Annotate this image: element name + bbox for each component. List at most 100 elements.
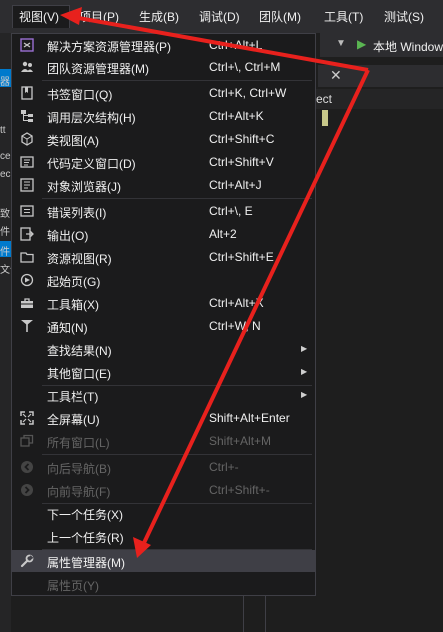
panel-header-text: ect xyxy=(316,92,333,106)
menu-item-solution-explorer[interactable]: 解决方案资源管理器(P) Ctrl+Alt+L xyxy=(12,34,315,56)
left-fragment-text: 器 xyxy=(0,77,10,88)
menu-item-label: 类视图(A) xyxy=(47,134,99,148)
menu-item-label: 起始页(G) xyxy=(47,275,101,289)
menu-item-class-view[interactable]: 类视图(A) Ctrl+Shift+C xyxy=(12,128,315,150)
view-dropdown-menu: 解决方案资源管理器(P) Ctrl+Alt+L 团队资源管理器(M) Ctrl+… xyxy=(11,33,316,596)
menu-item-shortcut: Alt+2 xyxy=(209,227,237,241)
menu-item-shortcut: Ctrl+Shift+V xyxy=(209,155,274,169)
play-icon[interactable]: ▶ xyxy=(357,37,366,51)
panel-header: ect xyxy=(300,89,443,109)
menu-item-find-results[interactable]: 查找结果(N) ▶ xyxy=(12,338,315,360)
menu-item-label: 调用层次结构(H) xyxy=(47,111,136,125)
class-view-icon xyxy=(19,131,35,147)
notification-flag-icon xyxy=(19,318,35,334)
menu-item-bookmark-window[interactable]: 书签窗口(Q) Ctrl+K, Ctrl+W xyxy=(12,82,315,104)
editor-caret xyxy=(322,110,328,126)
menu-item-label: 资源视图(R) xyxy=(47,252,112,266)
menu-bar: 视图(V) 项目(P) 生成(B) 调试(D) 团队(M) 工具(T) 测试(S… xyxy=(0,0,443,33)
start-page-icon xyxy=(19,272,35,288)
menu-item-other-windows[interactable]: 其他窗口(E) ▶ xyxy=(12,361,315,383)
menu-item-shortcut: Ctrl+K, Ctrl+W xyxy=(209,86,287,100)
menu-item-label: 上一个任务(R) xyxy=(47,531,124,545)
solution-explorer-icon xyxy=(19,37,35,53)
menu-item-shortcut: Ctrl+Shift+C xyxy=(209,132,275,146)
menu-item-shortcut: Ctrl+Shift+- xyxy=(209,483,270,497)
menu-item-shortcut: Shift+Alt+Enter xyxy=(209,411,290,425)
menu-item-toolbars[interactable]: 工具栏(T) ▶ xyxy=(12,384,315,406)
menu-separator xyxy=(42,454,312,455)
menu-item-label: 团队资源管理器(M) xyxy=(47,62,149,76)
menu-item-shortcut: Ctrl+Alt+X xyxy=(209,296,264,310)
menu-tools[interactable]: 工具(T) xyxy=(324,6,363,28)
menu-view[interactable]: 视图(V) xyxy=(12,5,70,28)
menu-item-full-screen[interactable]: 全屏幕(U) Shift+Alt+Enter xyxy=(12,407,315,429)
menu-item-start-page[interactable]: 起始页(G) xyxy=(12,269,315,291)
menu-item-code-definition-window[interactable]: 代码定义窗口(D) Ctrl+Shift+V xyxy=(12,151,315,173)
menu-project[interactable]: 项目(P) xyxy=(79,6,119,28)
team-explorer-icon xyxy=(19,59,35,75)
menu-item-notifications[interactable]: 通知(N) Ctrl+W, N xyxy=(12,315,315,337)
left-fragment-text: ec xyxy=(0,169,11,180)
menu-item-label: 属性管理器(M) xyxy=(47,556,125,570)
left-fragment-text: tt xyxy=(0,125,6,136)
menu-test[interactable]: 测试(S) xyxy=(384,6,424,28)
menu-item-shortcut: Ctrl+Alt+L xyxy=(209,38,263,52)
menu-item-label: 通知(N) xyxy=(47,321,88,335)
submenu-arrow-icon: ▶ xyxy=(301,344,308,353)
menu-item-label: 错误列表(I) xyxy=(47,206,107,220)
menu-item-label: 解决方案资源管理器(P) xyxy=(47,40,171,54)
menu-item-shortcut: Ctrl+- xyxy=(209,460,239,474)
menu-item-label: 属性页(Y) xyxy=(47,579,99,593)
submenu-arrow-icon: ▶ xyxy=(301,367,308,376)
menu-item-label: 对象浏览器(J) xyxy=(47,180,121,194)
wrench-icon xyxy=(19,553,35,569)
toolbox-icon xyxy=(19,295,35,311)
menu-item-label: 其他窗口(E) xyxy=(47,367,111,381)
menu-item-shortcut: Ctrl+Alt+K xyxy=(209,109,264,123)
menu-item-next-task[interactable]: 下一个任务(X) xyxy=(12,502,315,524)
menu-item-shortcut: Ctrl+Alt+J xyxy=(209,178,262,192)
navigate-forward-icon xyxy=(19,482,35,498)
run-target-button[interactable]: 本地 Windows xyxy=(373,38,443,55)
menu-item-label: 下一个任务(X) xyxy=(47,508,123,522)
menu-item-label: 输出(O) xyxy=(47,229,89,243)
menu-item-shortcut: Ctrl+Shift+E xyxy=(209,250,274,264)
divider xyxy=(243,596,244,632)
menu-item-label: 书签窗口(Q) xyxy=(47,88,113,102)
menu-item-label: 所有窗口(L) xyxy=(47,436,110,450)
menu-item-resource-view[interactable]: 资源视图(R) Ctrl+Shift+E xyxy=(12,246,315,268)
submenu-arrow-icon: ▶ xyxy=(301,390,308,399)
left-fragment-text: 件 xyxy=(0,247,10,258)
menu-item-error-list[interactable]: 错误列表(I) Ctrl+\, E xyxy=(12,200,315,222)
menu-item-label: 向前导航(F) xyxy=(47,485,111,499)
left-fragment-text: 致 xyxy=(0,209,10,220)
menu-item-shortcut: Ctrl+\, Ctrl+M xyxy=(209,60,281,74)
menu-item-object-browser[interactable]: 对象浏览器(J) Ctrl+Alt+J xyxy=(12,174,315,196)
menu-debug[interactable]: 调试(D) xyxy=(199,6,240,28)
toolbar: ▼ ▶ 本地 Windows xyxy=(320,33,443,57)
menu-item-property-manager[interactable]: 属性管理器(M) xyxy=(12,550,315,572)
menu-item-shortcut: Shift+Alt+M xyxy=(209,434,272,448)
menu-item-call-hierarchy[interactable]: 调用层次结构(H) Ctrl+Alt+K xyxy=(12,105,315,127)
menu-team[interactable]: 团队(M) xyxy=(259,6,301,28)
menu-item-previous-task[interactable]: 上一个任务(R) xyxy=(12,525,315,547)
menu-item-label: 向后导航(B) xyxy=(47,462,111,476)
close-icon[interactable]: ✕ xyxy=(330,67,342,84)
menu-item-label: 工具栏(T) xyxy=(47,390,99,404)
menu-item-team-explorer[interactable]: 团队资源管理器(M) Ctrl+\, Ctrl+M xyxy=(12,56,315,78)
menu-item-navigate-forward: 向前导航(F) Ctrl+Shift+- xyxy=(12,479,315,501)
menu-item-output[interactable]: 输出(O) Alt+2 xyxy=(12,223,315,245)
left-panel-fragment: 器 tt ce ec 致 件 件 文化 xyxy=(0,33,11,632)
menu-item-toolbox[interactable]: 工具箱(X) Ctrl+Alt+X xyxy=(12,292,315,314)
output-icon xyxy=(19,226,35,242)
menu-item-all-windows: 所有窗口(L) Shift+Alt+M xyxy=(12,430,315,452)
resource-view-icon xyxy=(19,249,35,265)
menu-item-shortcut: Ctrl+\, E xyxy=(209,204,253,218)
dropdown-arrow-icon[interactable]: ▼ xyxy=(336,38,346,49)
divider xyxy=(265,596,266,632)
document-tab-strip: ✕ xyxy=(318,65,443,87)
menu-item-label: 查找结果(N) xyxy=(47,344,112,358)
all-windows-icon xyxy=(19,433,35,449)
menu-build[interactable]: 生成(B) xyxy=(139,6,179,28)
left-fragment-text: 文化 xyxy=(0,265,11,276)
